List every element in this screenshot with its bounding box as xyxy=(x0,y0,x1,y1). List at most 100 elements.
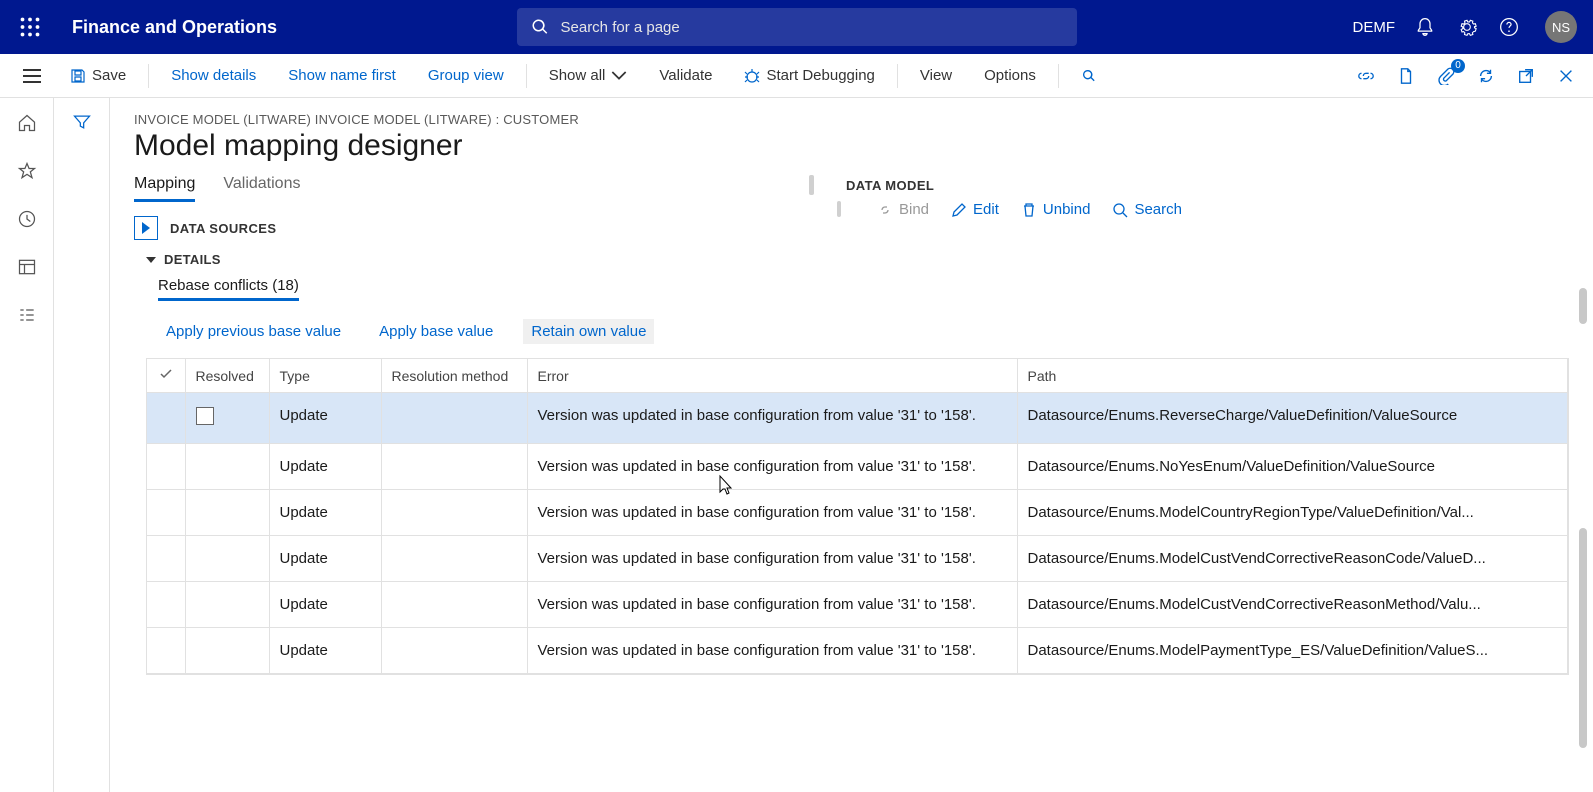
col-type[interactable]: Type xyxy=(269,359,381,393)
content-area: INVOICE MODEL (LITWARE) INVOICE MODEL (L… xyxy=(110,98,1593,792)
document-icon[interactable] xyxy=(1391,61,1421,91)
splitter[interactable] xyxy=(809,175,814,195)
resolved-cell[interactable] xyxy=(185,444,269,490)
popout-icon[interactable] xyxy=(1511,61,1541,91)
resolved-cell[interactable] xyxy=(185,536,269,582)
view-button[interactable]: View xyxy=(906,61,966,90)
retain-own-value-button[interactable]: Retain own value xyxy=(523,319,654,344)
type-cell: Update xyxy=(269,393,381,444)
refresh-icon[interactable] xyxy=(1471,61,1501,91)
app-launcher-icon[interactable] xyxy=(12,9,48,45)
show-name-first-button[interactable]: Show name first xyxy=(274,61,410,90)
attachment-badge: 0 xyxy=(1451,59,1465,73)
select-all-header[interactable] xyxy=(147,359,185,393)
col-error[interactable]: Error xyxy=(527,359,1017,393)
error-cell: Version was updated in base configuratio… xyxy=(527,582,1017,628)
pencil-icon xyxy=(951,202,967,218)
favorites-icon[interactable] xyxy=(16,160,38,182)
save-label: Save xyxy=(92,67,126,84)
show-all-dropdown[interactable]: Show all xyxy=(535,61,642,90)
filter-icon[interactable] xyxy=(72,112,92,792)
command-bar: Save Show details Show name first Group … xyxy=(0,54,1593,98)
settings-icon[interactable] xyxy=(1455,15,1479,39)
apply-previous-base-button[interactable]: Apply previous base value xyxy=(158,319,349,344)
notifications-icon[interactable] xyxy=(1413,15,1437,39)
workspaces-icon[interactable] xyxy=(16,256,38,278)
recent-icon[interactable] xyxy=(16,208,38,230)
resolved-cell[interactable] xyxy=(185,393,269,444)
data-sources-header: DATA SOURCES xyxy=(134,216,769,240)
row-select-cell[interactable] xyxy=(147,628,185,674)
modules-icon[interactable] xyxy=(16,304,38,326)
conflicts-table: Resolved Type Resolution method Error Pa… xyxy=(146,358,1569,675)
splitter[interactable] xyxy=(837,201,841,217)
scrollbar-thumb[interactable] xyxy=(1579,288,1587,324)
main-tabs: Mapping Validations xyxy=(134,175,769,202)
table-row[interactable]: UpdateVersion was updated in base config… xyxy=(147,628,1568,674)
options-button[interactable]: Options xyxy=(970,61,1050,90)
search-label: Search xyxy=(1134,201,1182,218)
debug-icon xyxy=(744,68,760,84)
search-input[interactable] xyxy=(561,19,1063,36)
separator xyxy=(1058,64,1059,88)
resolved-cell[interactable] xyxy=(185,490,269,536)
home-icon[interactable] xyxy=(16,112,38,134)
conflict-actions: Apply previous base value Apply base val… xyxy=(158,319,1569,344)
row-select-cell[interactable] xyxy=(147,490,185,536)
edit-button[interactable]: Edit xyxy=(951,201,999,218)
row-select-cell[interactable] xyxy=(147,582,185,628)
col-resolution[interactable]: Resolution method xyxy=(381,359,527,393)
attachment-icon[interactable]: 0 xyxy=(1431,61,1461,91)
details-label: DETAILS xyxy=(164,252,221,267)
row-select-cell[interactable] xyxy=(147,536,185,582)
apply-base-value-button[interactable]: Apply base value xyxy=(371,319,501,344)
resolved-cell[interactable] xyxy=(185,628,269,674)
error-cell: Version was updated in base configuratio… xyxy=(527,393,1017,444)
scrollbar-thumb[interactable] xyxy=(1579,528,1587,748)
separator xyxy=(526,64,527,88)
checkbox[interactable] xyxy=(196,407,214,425)
start-debugging-button[interactable]: Start Debugging xyxy=(730,61,888,90)
path-cell: Datasource/Enums.ReverseCharge/ValueDefi… xyxy=(1017,393,1568,444)
table-row[interactable]: UpdateVersion was updated in base config… xyxy=(147,582,1568,628)
tab-validations[interactable]: Validations xyxy=(223,175,300,202)
table-row[interactable]: UpdateVersion was updated in base config… xyxy=(147,444,1568,490)
caret-down-icon xyxy=(146,257,156,263)
nav-toggle-icon[interactable] xyxy=(12,69,52,83)
show-details-button[interactable]: Show details xyxy=(157,61,270,90)
debug-label: Start Debugging xyxy=(766,67,874,84)
data-model-title: DATA MODEL xyxy=(846,178,934,193)
path-cell: Datasource/Enums.ModelPaymentType_ES/Val… xyxy=(1017,628,1568,674)
row-select-cell[interactable] xyxy=(147,444,185,490)
resolved-cell[interactable] xyxy=(185,582,269,628)
table-row[interactable]: Update Version was updated in base config… xyxy=(147,393,1568,444)
tab-mapping[interactable]: Mapping xyxy=(134,175,195,202)
path-cell: Datasource/Enums.ModelCountryRegionType/… xyxy=(1017,490,1568,536)
table-row[interactable]: UpdateVersion was updated in base config… xyxy=(147,490,1568,536)
check-icon xyxy=(159,367,173,381)
link-icon[interactable] xyxy=(1351,61,1381,91)
app-title: Finance and Operations xyxy=(72,17,277,38)
row-select-cell[interactable] xyxy=(147,393,185,444)
validate-button[interactable]: Validate xyxy=(645,61,726,90)
resolution-cell xyxy=(381,393,527,444)
col-resolved[interactable]: Resolved xyxy=(185,359,269,393)
left-rail xyxy=(0,98,54,792)
table-row[interactable]: UpdateVersion was updated in base config… xyxy=(147,536,1568,582)
user-avatar[interactable]: NS xyxy=(1545,11,1577,43)
details-header[interactable]: DETAILS xyxy=(146,252,1569,267)
unbind-button[interactable]: Unbind xyxy=(1021,201,1091,218)
col-path[interactable]: Path xyxy=(1017,359,1568,393)
search-button[interactable]: Search xyxy=(1112,201,1182,218)
search-page-button[interactable] xyxy=(1067,62,1111,90)
help-icon[interactable] xyxy=(1497,15,1521,39)
bind-button[interactable]: Bind xyxy=(877,201,929,218)
close-icon[interactable] xyxy=(1551,61,1581,91)
search-box[interactable] xyxy=(517,8,1077,46)
header-actions: DEMF NS xyxy=(1353,11,1582,43)
save-icon xyxy=(70,68,86,84)
save-button[interactable]: Save xyxy=(56,61,140,90)
group-view-button[interactable]: Group view xyxy=(414,61,518,90)
expand-datasources-button[interactable] xyxy=(134,216,158,240)
subtab-rebase-conflicts[interactable]: Rebase conflicts (18) xyxy=(158,277,299,301)
